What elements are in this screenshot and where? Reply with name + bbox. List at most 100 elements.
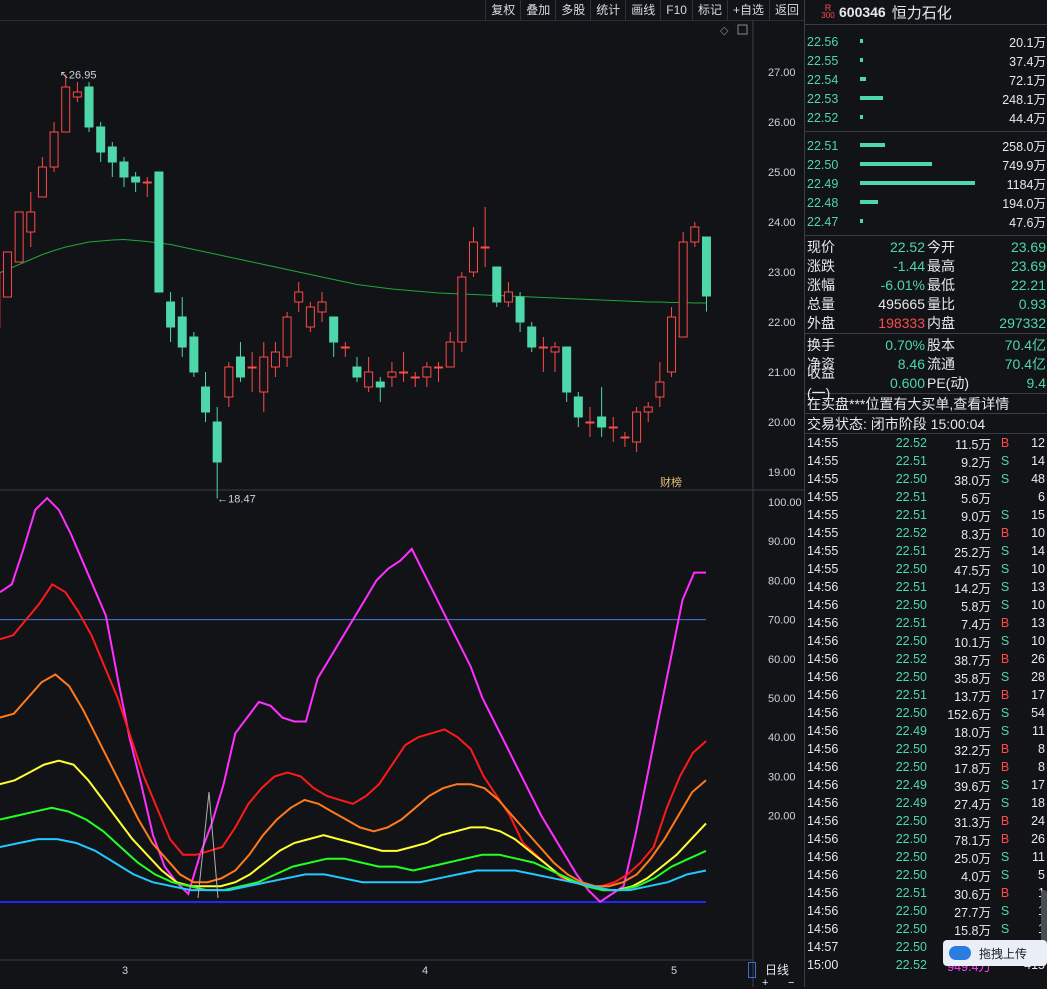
toolbar-button-6[interactable]: 标记 [691, 0, 727, 20]
candle-body [294, 291, 304, 303]
tick-volume: 7.4万 [961, 617, 991, 632]
tick-side: S [1000, 724, 1010, 738]
toolbar-button-3[interactable]: 统计 [590, 0, 625, 20]
tick-side: S [1000, 670, 1010, 684]
tick-time: 14:56 [807, 760, 839, 774]
tick-price: 22.50 [895, 922, 927, 936]
tick-row: 14:55 22.52 8.3万 B 10 [805, 524, 1047, 542]
upload-button[interactable]: 拖拽上传 [943, 940, 1047, 966]
stat-value: 70.4亿 [1004, 355, 1046, 372]
tick-row: 14:55 22.50 38.0万 S 48 [805, 470, 1047, 488]
tick-side: B [1000, 742, 1010, 756]
tick-count: 15 [1031, 508, 1045, 522]
zoom-in-button[interactable]: + [762, 977, 768, 989]
stat-value: 22.21 [1010, 276, 1046, 293]
tick-volume: 9.2万 [961, 455, 991, 470]
tick-side: S [1000, 472, 1010, 486]
candle-body [107, 146, 117, 163]
indicator-tick-label: 40.00 [768, 732, 796, 744]
fundamental-stats: 换手 0.70% 股本 70.4亿 净资 8.46 流通 70.4亿 收益(一) 0.600 PE(… [805, 334, 1047, 401]
tick-count: 26 [1031, 652, 1045, 666]
tick-row: 14:56 22.51 7.4万 B 13 [805, 614, 1047, 632]
candle-body [701, 236, 711, 297]
stat-label: 外盘 [807, 314, 835, 331]
price-tick-label: 25.00 [768, 167, 796, 179]
ma-line [0, 238, 707, 304]
tick-price: 22.50 [895, 868, 927, 882]
volume-bar [860, 143, 886, 147]
toolbar-button-2[interactable]: 多股 [555, 0, 590, 20]
candle-body [270, 351, 280, 368]
candle-body [515, 296, 525, 323]
tick-row: 14:55 22.50 47.5万 S 10 [805, 560, 1047, 578]
stat-label: 量比 [927, 295, 955, 312]
price-tick-label: 20.00 [768, 417, 796, 429]
candle-body [667, 316, 677, 373]
bid-level: 22.51 258.0万 [805, 136, 1047, 155]
tick-price: 22.51 [895, 688, 927, 702]
quote-row: 涨跌 -1.44 最高 23.69 [805, 256, 1047, 275]
tick-row: 14:56 22.50 17.8万 B 8 [805, 758, 1047, 776]
level-volume: 248.1万 [1002, 93, 1046, 107]
stat-value: 8.46 [897, 355, 925, 372]
bid-book: 22.51 258.0万 22.50 749.9万 22.49 1184万 22.48 194… [805, 132, 1047, 236]
chart-area[interactable]: ◇ 27.00 26.00 25.00 24.00 23.00 22.00 21.00 20.0… [0, 20, 804, 987]
toolbar-button-5[interactable]: F10 [660, 0, 692, 20]
stat-value: -1.44 [893, 257, 925, 274]
indicator-series-line [0, 759, 707, 892]
tick-row: 14:55 22.51 5.6万 6 [805, 488, 1047, 506]
fortune-badge: 财榜 [660, 475, 682, 489]
tick-time: 14:56 [807, 598, 839, 612]
tick-time: 14:56 [807, 652, 839, 666]
level-price: 22.56 [807, 34, 839, 49]
tick-price: 22.50 [895, 904, 927, 918]
stat-label: 最高 [927, 257, 955, 274]
zoom-out-button[interactable]: − [788, 977, 794, 989]
tick-count: 11 [1032, 724, 1045, 738]
tick-list[interactable]: 14:55 22.52 11.5万 B 12 14:55 22.51 9.2万 S 14 14:55… [805, 434, 1047, 974]
candle-body [457, 276, 467, 343]
tick-price: 22.52 [895, 526, 927, 540]
stat-value: 9.4 [1026, 374, 1046, 391]
chart-toolbar: 复权 叠加 多股 统计 画线 F10 标记 +自选 返回 [0, 0, 804, 21]
toolbar-button-1[interactable]: 叠加 [520, 0, 555, 20]
stock-header: R 300 600346 恒力石化 [805, 0, 1047, 25]
tick-row: 14:56 22.50 32.2万 B 8 [805, 740, 1047, 758]
tick-count: 8 [1038, 742, 1045, 756]
period-scroll-left[interactable] [748, 962, 756, 978]
tick-time: 14:55 [807, 472, 839, 486]
toolbar-button-0[interactable]: 复权 [485, 0, 520, 20]
toolbar-button-7[interactable]: +自选 [726, 0, 769, 20]
tick-price: 22.50 [895, 940, 927, 954]
tick-side: S [1000, 796, 1010, 810]
candle-body [503, 291, 513, 303]
stat-label: 内盘 [927, 314, 955, 331]
tick-time: 14:55 [807, 508, 839, 522]
tick-time: 14:56 [807, 868, 839, 882]
tick-count: 10 [1031, 634, 1045, 648]
toolbar-button-4[interactable]: 画线 [625, 0, 660, 20]
big-order-notice[interactable]: 在买盘***位置有大买单,查看详情 [805, 394, 1047, 414]
period-tab[interactable]: 日线 [765, 961, 789, 978]
level-volume: 1184万 [1006, 178, 1046, 192]
candle-body [352, 366, 362, 378]
tick-count: 14 [1031, 544, 1045, 558]
tick-row: 14:56 22.50 31.3万 B 24 [805, 812, 1047, 830]
candle-body [235, 356, 245, 378]
candle-body [690, 226, 700, 243]
stat-value: 70.4亿 [1004, 336, 1046, 353]
trading-status: 交易状态: 闭市阶段 15:00:04 [805, 414, 1047, 434]
tick-volume: 13.7万 [954, 689, 991, 704]
tick-volume: 32.2万 [954, 743, 991, 758]
toolbar-button-8[interactable]: 返回 [768, 0, 804, 20]
tick-count: 10 [1031, 562, 1045, 576]
tick-price: 22.51 [895, 616, 927, 630]
volume-bar [860, 181, 975, 185]
tick-side: S [1000, 706, 1010, 720]
tick-price: 22.50 [895, 742, 927, 756]
tick-count: 17 [1031, 688, 1045, 702]
tick-side: S [1000, 634, 1010, 648]
tick-row: 14:56 22.50 35.8万 S 28 [805, 668, 1047, 686]
tick-count: 24 [1031, 814, 1045, 828]
candle-body [72, 91, 82, 98]
